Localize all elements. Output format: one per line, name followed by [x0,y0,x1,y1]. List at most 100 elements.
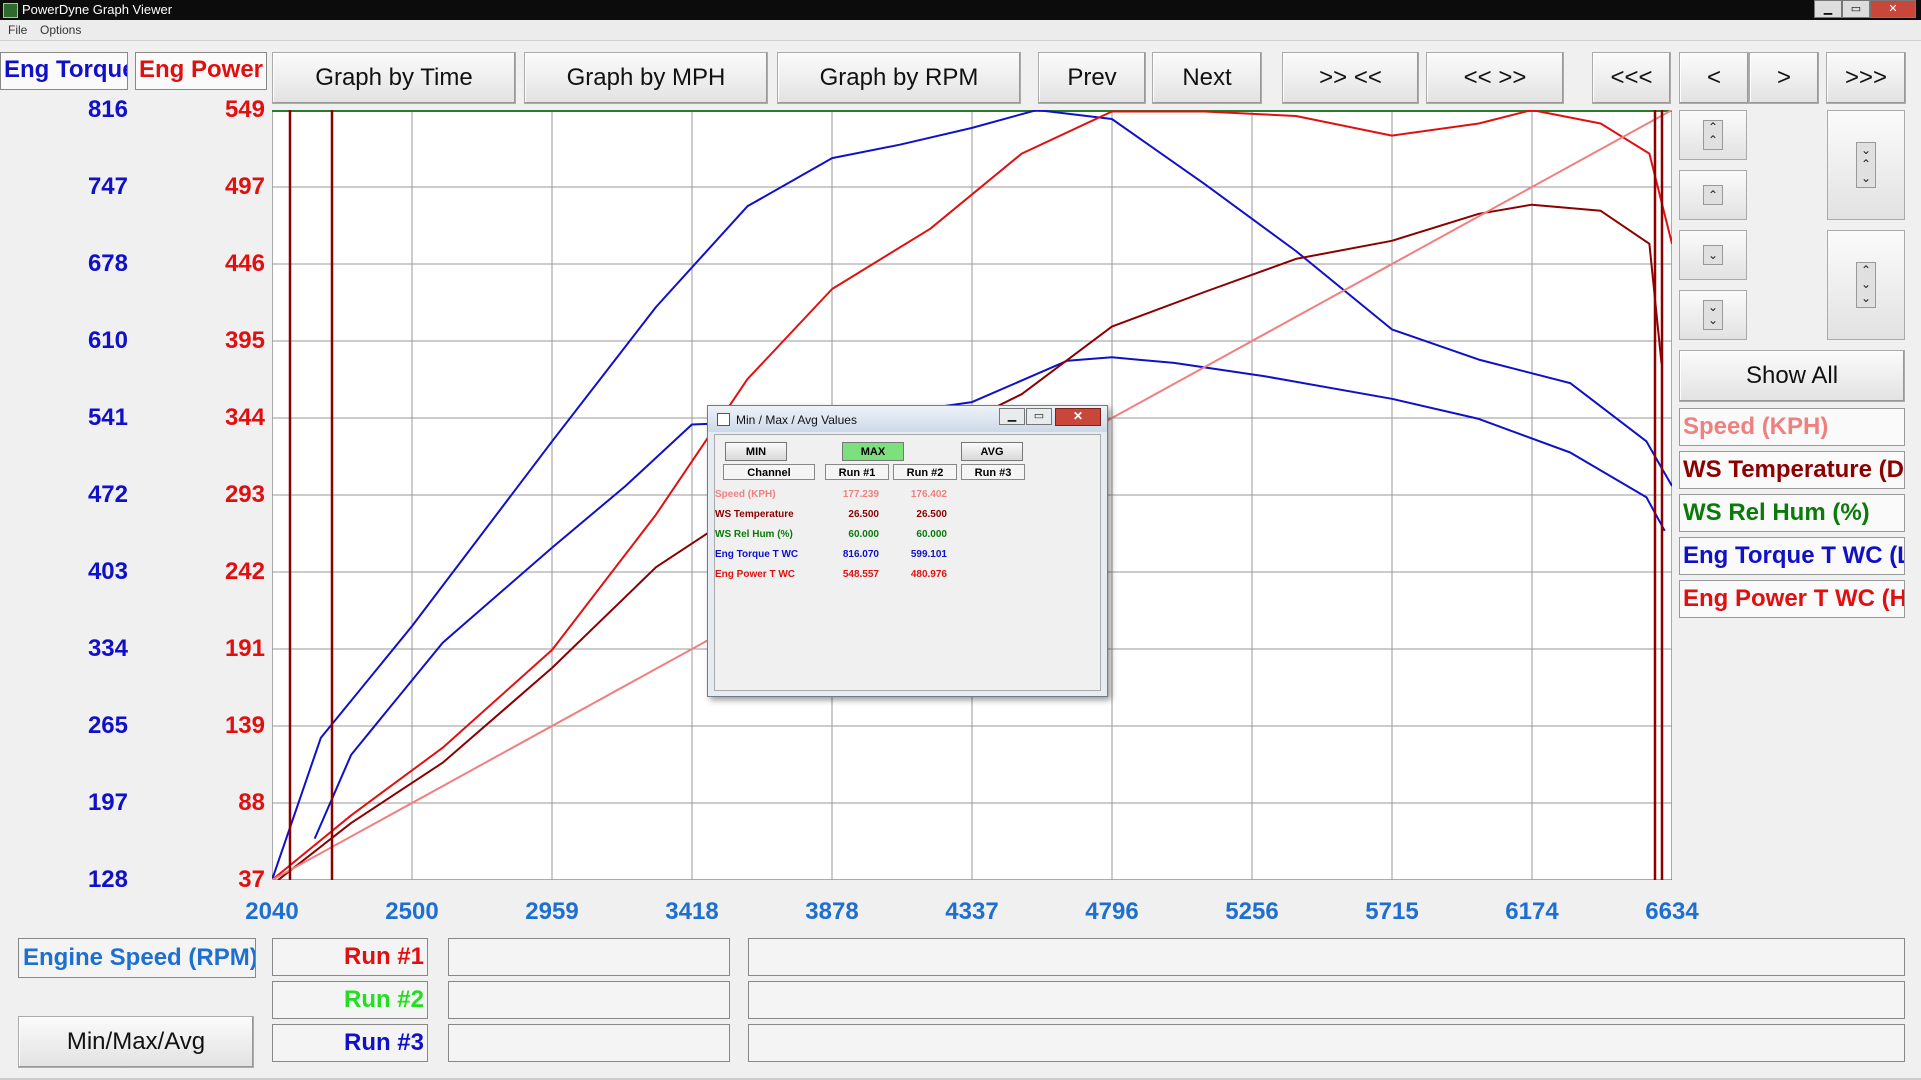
legend-ws-temperature[interactable]: WS Temperature (DEG C) [1679,451,1905,489]
window-title: PowerDyne Graph Viewer [22,2,173,17]
dialog-cell-run2: 480.976 [910,569,947,580]
x-axis-channel-select[interactable]: Engine Speed (RPM) [18,938,256,978]
maximize-button[interactable]: ▭ [1842,0,1870,18]
rpm-tick-label: 5256 [1225,898,1279,925]
dialog-title-bar[interactable]: Min / Max / Avg Values ▁ ▭ ✕ [708,406,1107,432]
dialog-maximize-button[interactable]: ▭ [1026,408,1052,425]
dialog-cell-channel: Eng Power T WC [715,569,795,580]
scale-down-fast-button[interactable]: ⌄ ⌄ [1679,290,1747,340]
dialog-table-row: WS Rel Hum (%) 60.000 60.000 [715,529,1083,543]
run-3-label[interactable]: Run #3 [272,1024,428,1062]
dialog-minimize-button[interactable]: ▁ [999,408,1025,425]
scroll-last-button[interactable]: >>> [1826,52,1906,104]
show-all-button[interactable]: Show All [1679,350,1905,402]
min-tab-button[interactable]: MIN [725,442,787,461]
minimize-button[interactable]: ▁ [1814,0,1842,18]
dialog-cell-channel: WS Rel Hum (%) [715,529,793,540]
double-chevron-down-icon: ⌃ ⌄ ⌄ [1856,262,1876,308]
dialog-table-row: Speed (KPH) 177.239 176.402 [715,489,1083,503]
dialog-table-row: WS Temperature 26.500 26.500 [715,509,1083,523]
run-1-file-field[interactable] [448,938,730,976]
scroll-forward-button[interactable]: > [1749,52,1819,104]
legend-speed[interactable]: Speed (KPH) [1679,408,1905,446]
power-tick-label: 395 [224,327,265,354]
torque-tick-label: 128 [87,866,128,893]
avg-tab-button[interactable]: AVG [961,442,1023,461]
min-max-avg-button[interactable]: Min/Max/Avg [18,1016,254,1068]
dialog-cell-channel: Eng Torque T WC [715,549,799,560]
dialog-table-row: Eng Torque T WC 816.070 599.101 [715,549,1083,563]
zoom-in-button[interactable]: >> << [1282,52,1419,104]
power-tick-label: 37 [238,866,265,893]
run-1-label[interactable]: Run #1 [272,938,428,976]
power-tick-label: 191 [224,635,265,662]
zoom-out-button[interactable]: << >> [1426,52,1564,104]
rpm-tick-label: 2040 [245,898,299,925]
torque-tick-label: 678 [87,250,128,277]
scale-up-button[interactable]: ⌃ [1679,170,1747,220]
torque-tick-label: 334 [87,635,128,662]
legend-ws-rel-hum[interactable]: WS Rel Hum (%) [1679,494,1905,532]
rpm-tick-label: 6174 [1505,898,1559,925]
rpm-tick-label: 2959 [525,898,579,925]
app-icon [3,3,18,18]
dialog-client: MIN MAX AVG Channel Run #1 Run #2 Run #3… [714,434,1101,691]
run-2-label[interactable]: Run #2 [272,981,428,1019]
double-chevron-up-icon: ⌃ ⌃ [1703,120,1723,150]
graph-by-rpm-button[interactable]: Graph by RPM [777,52,1021,104]
dialog-cell-run1: 26.500 [848,509,879,520]
torque-tick-label: 472 [87,481,128,508]
run-1-notes-field[interactable] [748,938,1905,976]
dialog-cell-run1: 816.070 [842,549,879,560]
chevron-up-icon: ⌃ [1703,185,1723,205]
prev-button[interactable]: Prev [1038,52,1146,104]
menu-options[interactable]: Options [40,23,81,37]
run-3-file-field[interactable] [448,1024,730,1062]
dialog-table-row: Eng Power T WC 548.557 480.976 [715,569,1083,583]
power-axis-header: Eng Power T WC [135,52,267,90]
next-button[interactable]: Next [1152,52,1262,104]
legend-eng-torque[interactable]: Eng Torque T WC (LB-FT) [1679,537,1905,575]
power-tick-label: 497 [224,173,265,200]
scroll-back-button[interactable]: < [1679,52,1749,104]
dialog-cell-run1: 60.000 [848,529,879,540]
scale-down-button[interactable]: ⌄ [1679,230,1747,280]
power-tick-label: 446 [224,250,265,277]
column-run-3: Run #3 [961,464,1025,480]
dialog-cell-run2: 176.402 [910,489,947,500]
double-chevron-down-icon: ⌄ ⌄ [1703,300,1723,330]
torque-tick-label: 610 [87,327,128,354]
dialog-close-button[interactable]: ✕ [1055,408,1101,426]
power-tick-label: 549 [224,96,265,123]
min-max-avg-dialog[interactable]: Min / Max / Avg Values ▁ ▭ ✕ MIN MAX AVG… [707,405,1108,697]
dialog-cell-run2: 60.000 [916,529,947,540]
rpm-tick-label: 3418 [665,898,719,925]
dialog-cell-channel: Speed (KPH) [715,489,776,500]
scale-up-fast-button[interactable]: ⌃ ⌃ [1679,110,1747,160]
menu-bar: File Options [0,20,1921,41]
dialog-title: Min / Max / Avg Values [736,413,857,427]
run-3-notes-field[interactable] [748,1024,1905,1062]
run-2-file-field[interactable] [448,981,730,1019]
graph-by-time-button[interactable]: Graph by Time [272,52,516,104]
torque-tick-label: 816 [87,96,128,123]
max-tab-button[interactable]: MAX [842,442,904,461]
power-tick-label: 293 [224,481,265,508]
rpm-tick-label: 4796 [1085,898,1139,925]
torque-tick-label: 265 [87,712,128,739]
dialog-cell-channel: WS Temperature [715,509,794,520]
chevron-down-icon: ⌄ [1703,245,1723,265]
close-button[interactable]: ✕ [1870,0,1916,18]
scroll-first-button[interactable]: <<< [1592,52,1671,104]
offset-up-button[interactable]: ⌄ ⌃ ⌄ [1827,110,1905,220]
legend-eng-power[interactable]: Eng Power T WC (HP) [1679,580,1905,618]
rpm-tick-label: 2500 [385,898,439,925]
run-2-notes-field[interactable] [748,981,1905,1019]
offset-down-button[interactable]: ⌃ ⌄ ⌄ [1827,230,1905,340]
dialog-cell-run1: 548.557 [842,569,879,580]
torque-tick-label: 403 [87,558,128,585]
rpm-tick-label: 4337 [945,898,999,925]
rpm-tick-label: 3878 [805,898,859,925]
menu-file[interactable]: File [8,23,27,37]
graph-by-mph-button[interactable]: Graph by MPH [524,52,768,104]
